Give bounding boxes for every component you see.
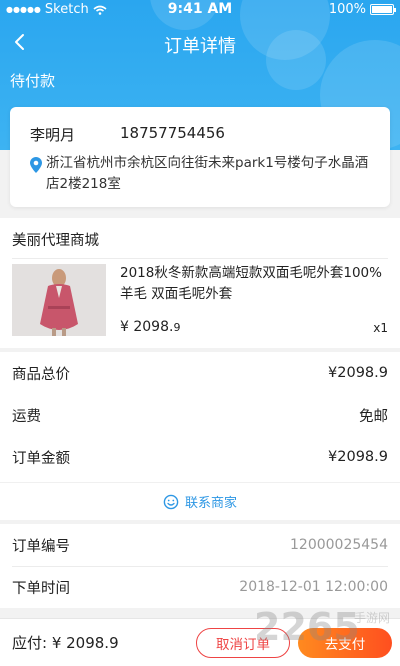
summary-value: 免邮 [359, 408, 388, 425]
summary-row-order-amount: 订单金额 ¥2098.9 [12, 436, 388, 478]
location-pin-icon [30, 157, 42, 173]
coat-image [12, 264, 106, 336]
payable-amount: 应付: ¥ 2098.9 [12, 634, 119, 652]
price-summary: 商品总价 ¥2098.9 运费 免邮 订单金额 ¥2098.9 联系商家 [0, 352, 400, 520]
status-bar: ●●●●● Sketch 9:41 AM 100% [0, 0, 400, 20]
address-detail: 浙江省杭州市余杭区向往街未来park1号楼句子水晶酒店2楼218室 [46, 155, 369, 192]
info-label: 订单编号 [12, 538, 70, 555]
battery-percent: 100% [328, 2, 366, 17]
shop-name[interactable]: 美丽代理商城 [12, 229, 99, 250]
contact-seller-label: 联系商家 [184, 496, 237, 511]
address-card[interactable]: 李明月 18757754456 浙江省杭州市余杭区向往街未来park1号楼句子水… [10, 107, 390, 207]
recipient-name: 李明月 [30, 126, 76, 144]
order-info: 订单编号 12000025454 下单时间 2018-12-01 12:00:0… [0, 524, 400, 608]
summary-value: ¥2098.9 [328, 365, 388, 381]
recipient-phone: 18757754456 [120, 124, 225, 142]
svg-text:手游网: 手游网 [354, 611, 390, 625]
info-label: 下单时间 [12, 580, 70, 597]
site-watermark-logo: 2265 手游网 [254, 605, 390, 649]
product-image[interactable] [12, 264, 106, 336]
order-number[interactable]: 12000025454 [290, 537, 388, 553]
product-price: ¥ 2098.9 [120, 319, 180, 335]
order-status-label: 待付款 [10, 72, 56, 90]
svg-text:2265: 2265 [254, 605, 360, 649]
order-time: 2018-12-01 12:00:00 [239, 579, 388, 595]
summary-label: 商品总价 [12, 366, 70, 383]
product-quantity: x1 [373, 321, 388, 335]
summary-label: 订单金额 [12, 450, 70, 467]
battery-icon [370, 4, 396, 15]
price-decimal: 9 [173, 321, 181, 334]
page-title: 订单详情 [164, 36, 236, 57]
summary-row-goods-total: 商品总价 ¥2098.9 [12, 352, 388, 394]
product-name[interactable]: 2018秋冬新款高端短款双面毛呢外套100%羊毛 双面毛呢外套 [120, 263, 390, 305]
price-main: ¥ 2098. [120, 319, 174, 335]
summary-row-shipping: 运费 免邮 [12, 394, 388, 436]
divider [12, 258, 388, 259]
shop-section: 美丽代理商城 2018秋冬新款高端短款双面毛呢外套100%羊毛 双面毛呢外套 ¥… [0, 218, 400, 348]
summary-value: ¥2098.9 [328, 449, 388, 465]
smiley-icon [163, 494, 179, 509]
summary-label: 运费 [12, 408, 41, 425]
order-number-row: 订单编号 12000025454 [12, 524, 388, 566]
contact-seller-button[interactable]: 联系商家 [0, 482, 400, 520]
